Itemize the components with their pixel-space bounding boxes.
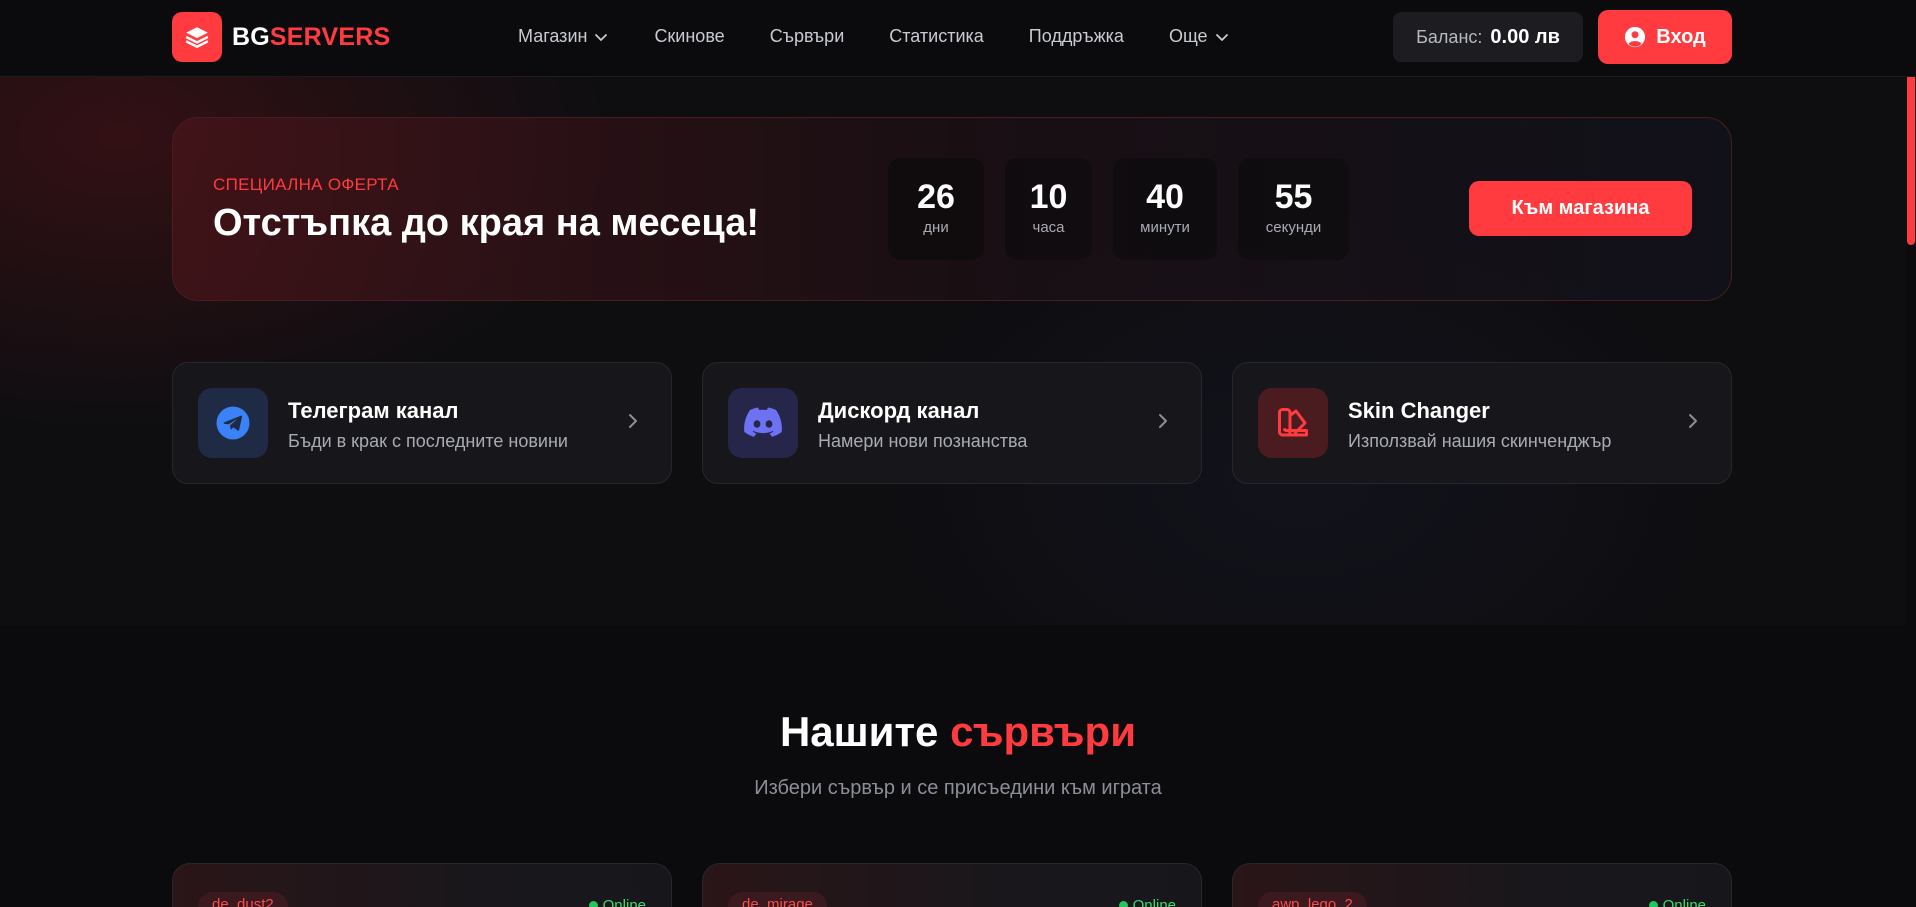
chevron-right-icon xyxy=(1689,414,1697,428)
countdown-value: 10 xyxy=(1029,178,1068,216)
logo-text-red: SERVERS xyxy=(269,22,391,51)
countdown-seconds: 55 секунди xyxy=(1238,158,1349,260)
chevron-down-icon xyxy=(595,33,608,41)
server-map-badge: de_dust2 xyxy=(198,892,288,907)
site-header: BGSERVERS Магазин Скинове Сървъри Статис… xyxy=(0,0,1916,77)
promo-banner: СПЕЦИАЛНА ОФЕРТА Отстъпка до края на мес… xyxy=(172,117,1732,301)
discord-icon xyxy=(728,388,798,458)
chevron-right-icon xyxy=(629,414,637,428)
chevron-right-icon xyxy=(1159,414,1167,428)
countdown-days: 26 дни xyxy=(888,158,984,260)
countdown-value: 55 xyxy=(1274,178,1313,216)
logo-layers-icon xyxy=(172,12,222,62)
link-card-title: Телеграм канал xyxy=(288,398,459,423)
telegram-icon xyxy=(198,388,268,458)
user-circle-icon xyxy=(1625,26,1646,48)
countdown-label: секунди xyxy=(1265,219,1322,236)
server-status-label: Online xyxy=(1662,897,1706,907)
server-status: Online xyxy=(1648,897,1706,907)
nav-item-stats[interactable]: Статистика xyxy=(889,26,984,47)
logo-text-white: BG xyxy=(232,22,270,51)
countdown-value: 26 xyxy=(917,178,955,216)
server-map-badge: de_mirage xyxy=(728,892,827,907)
balance-label: Баланс: xyxy=(1416,26,1483,47)
link-card-title: Skin Changer xyxy=(1348,398,1490,423)
server-status-label: Online xyxy=(1132,897,1176,907)
login-button[interactable]: Вход xyxy=(1598,10,1732,64)
countdown-minutes: 40 минути xyxy=(1113,158,1217,260)
nav-item-support[interactable]: Поддръжка xyxy=(1029,26,1124,47)
link-card-subtitle: Бъди в крак с последните новини xyxy=(288,431,568,451)
nav-item-label: Скинове xyxy=(654,26,725,46)
countdown-label: часа xyxy=(1032,219,1065,236)
link-card-subtitle: Използвай нашия скинченджър xyxy=(1348,431,1612,451)
server-card[interactable]: de_dust2 Online xyxy=(172,863,672,907)
nav-item-label: Магазин xyxy=(518,26,588,46)
discord-channel-card[interactable]: Дискорд канал Намери нови познанства xyxy=(702,362,1202,484)
server-card[interactable]: awp_lego_2 Online xyxy=(1232,863,1732,907)
nav-item-label: Статистика xyxy=(889,26,984,46)
promo-eyebrow: СПЕЦИАЛНА ОФЕРТА xyxy=(213,175,399,194)
balance-value: 0.00 лв xyxy=(1490,25,1560,48)
skin-changer-icon xyxy=(1258,388,1328,458)
countdown-label: минути xyxy=(1140,219,1190,236)
go-to-shop-button[interactable]: Към магазина xyxy=(1469,181,1692,236)
link-card-subtitle: Намери нови познанства xyxy=(818,431,1028,451)
countdown-value: 40 xyxy=(1146,178,1184,216)
main-nav: Магазин Скинове Сървъри Статистика Поддр… xyxy=(518,26,1275,47)
online-dot-icon xyxy=(1648,901,1658,907)
nav-item-label: Поддръжка xyxy=(1028,26,1124,46)
server-card[interactable]: de_mirage Online xyxy=(702,863,1202,907)
link-card-title: Дискорд канал xyxy=(818,398,980,423)
servers-section-subtitle: Избери сървър и се присъедини към играта xyxy=(754,777,1162,799)
server-status-label: Online xyxy=(602,897,646,907)
servers-title-red: сървъри xyxy=(950,708,1137,755)
server-map-badge: awp_lego_2 xyxy=(1258,892,1367,907)
servers-title-white: Нашите xyxy=(779,708,939,755)
servers-section-title: Нашите сървъри xyxy=(0,708,1916,756)
telegram-channel-card[interactable]: Телеграм канал Бъди в крак с последните … xyxy=(172,362,672,484)
page-scrollbar[interactable] xyxy=(1906,0,1916,907)
online-dot-icon xyxy=(588,901,598,907)
server-status: Online xyxy=(588,897,646,907)
nav-item-label: Сървъри xyxy=(769,26,845,46)
nav-item-shop[interactable]: Магазин xyxy=(518,26,609,47)
skin-changer-card[interactable]: Skin Changer Използвай нашия скинченджър xyxy=(1232,362,1732,484)
balance-display: Баланс: 0.00 лв xyxy=(1393,12,1583,62)
logo-text: BGSERVERS xyxy=(232,23,390,52)
nav-item-label: Още xyxy=(1168,26,1208,46)
countdown-label: дни xyxy=(923,219,949,236)
countdown-hours: 10 часа xyxy=(1005,158,1092,260)
logo[interactable]: BGSERVERS xyxy=(172,12,390,62)
nav-item-servers[interactable]: Сървъри xyxy=(770,26,845,47)
server-status: Online xyxy=(1118,897,1176,907)
login-label: Вход xyxy=(1656,25,1706,48)
nav-item-more[interactable]: Още xyxy=(1169,26,1230,47)
nav-item-skins[interactable]: Скинове xyxy=(654,26,724,47)
online-dot-icon xyxy=(1118,901,1128,907)
chevron-down-icon xyxy=(1215,33,1228,41)
promo-title: Отстъпка до края на месеца! xyxy=(213,202,760,244)
